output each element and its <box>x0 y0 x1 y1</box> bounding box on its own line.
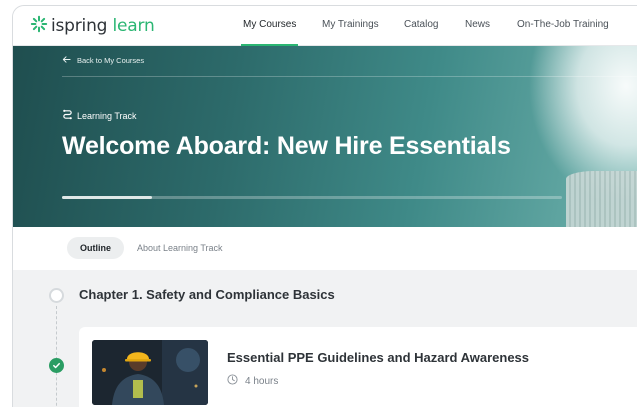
course-card[interactable]: Essential PPE Guidelines and Hazard Awar… <box>79 327 637 407</box>
tab-outline[interactable]: Outline <box>67 237 124 259</box>
route-icon <box>62 109 77 122</box>
hero-divider <box>62 76 637 77</box>
logo[interactable]: ispring learn <box>30 15 155 37</box>
learning-track-label: Learning Track <box>62 109 137 122</box>
chapter-title[interactable]: Chapter 1. Safety and Compliance Basics <box>79 287 335 302</box>
logo-text: ispring learn <box>51 16 155 36</box>
cooling-tower <box>566 171 637 227</box>
logo-suffix: learn <box>107 16 155 36</box>
tabs-bar: Outline About Learning Track <box>13 227 637 270</box>
worker-illustration <box>92 340 208 405</box>
nav-my-courses[interactable]: My Courses <box>240 6 299 46</box>
nav-on-the-job-training[interactable]: On-The-Job Training <box>517 6 609 46</box>
track-outline: Chapter 1. Safety and Compliance Basics <box>13 270 637 407</box>
timeline-line <box>56 306 57 407</box>
page-title: Welcome Aboard: New Hire Essentials <box>62 132 511 160</box>
app-window: ispring learn My Courses My Trainings Ca… <box>12 5 637 407</box>
course-title[interactable]: Essential PPE Guidelines and Hazard Awar… <box>227 350 529 365</box>
track-progress-bar <box>62 196 562 199</box>
arrow-left-icon <box>62 55 77 66</box>
chapter-status-dot <box>49 288 64 303</box>
course-thumbnail[interactable] <box>92 340 208 405</box>
nav-news[interactable]: News <box>465 6 490 46</box>
learning-track-type: Learning Track <box>77 110 137 121</box>
back-to-courses-link[interactable]: Back to My Courses <box>62 55 144 66</box>
nav-catalog[interactable]: Catalog <box>404 6 438 46</box>
tab-about-learning-track[interactable]: About Learning Track <box>137 237 223 259</box>
spark-icon <box>30 15 51 38</box>
top-navigation: ispring learn My Courses My Trainings Ca… <box>13 6 637 46</box>
course-duration-value: 4 hours <box>245 375 279 387</box>
logo-prefix: ispring <box>51 16 108 36</box>
track-progress-fill <box>62 196 152 199</box>
course-duration: 4 hours <box>227 374 278 388</box>
clock-icon <box>227 374 245 388</box>
nav-my-trainings[interactable]: My Trainings <box>322 6 379 46</box>
hero-banner: Back to My Courses Learning Track Welcom… <box>13 46 637 227</box>
back-link-label: Back to My Courses <box>77 56 145 65</box>
check-icon <box>49 358 64 373</box>
